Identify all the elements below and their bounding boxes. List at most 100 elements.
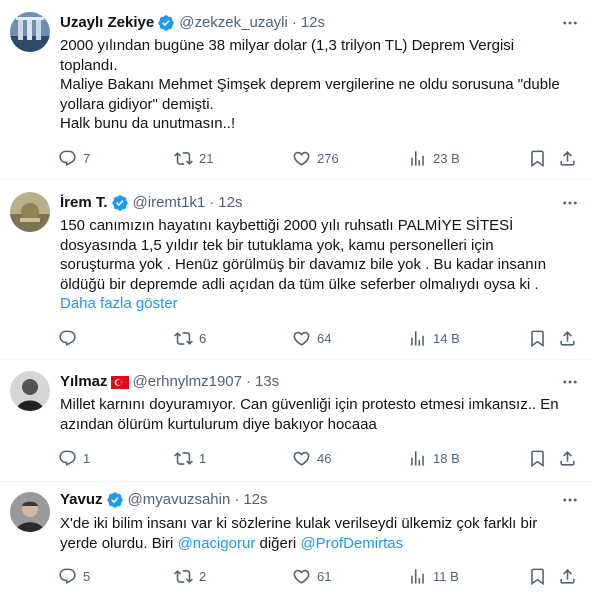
tweet-text-line: yerde olurdu. Biri @nacigorur diğeri @Pr…: [60, 534, 575, 554]
action-bar: 1 1 46 18 B: [50, 448, 585, 468]
views-icon: [408, 149, 427, 168]
bookmark-icon: [528, 329, 547, 348]
author-handle[interactable]: @iremt1k1: [133, 193, 206, 213]
bookmark-button[interactable]: [528, 148, 547, 168]
bookmark-button[interactable]: [528, 328, 547, 348]
mention-link[interactable]: @nacigorur: [178, 535, 256, 552]
tweet-text-line: azından ölürüm kurtulurum diye bakıyor h…: [60, 415, 377, 433]
views-button[interactable]: 18 B: [408, 448, 460, 468]
reply-icon: [58, 567, 77, 586]
author-handle[interactable]: @zekzek_uzayli: [179, 13, 288, 33]
retweet-count: 6: [199, 330, 207, 346]
tweet-text-line: dosyasında 1,5 yıldır tek bir tutuklama …: [60, 236, 494, 254]
share-icon: [558, 329, 577, 348]
reply-button[interactable]: 7: [58, 148, 90, 168]
like-button[interactable]: 64: [292, 328, 331, 348]
retweet-button[interactable]: 21: [174, 148, 213, 168]
reply-icon: [58, 449, 77, 468]
author-name[interactable]: Yılmaz: [60, 372, 108, 392]
author-name[interactable]: Yavuz: [60, 490, 103, 510]
turkish-flag-icon: [110, 375, 129, 389]
separator-dot: ·: [209, 194, 215, 211]
share-button[interactable]: [558, 566, 577, 586]
timestamp[interactable]: 12s: [243, 490, 267, 510]
more-icon[interactable]: [561, 373, 579, 391]
separator-dot: ·: [234, 491, 240, 508]
verified-icon: [157, 14, 175, 32]
retweet-button[interactable]: 1: [174, 448, 206, 468]
more-icon[interactable]: [561, 194, 579, 212]
show-more-link[interactable]: Daha fazla göster: [60, 294, 575, 314]
views-icon: [408, 567, 427, 586]
like-icon: [292, 567, 311, 586]
view-count: 18 B: [433, 450, 460, 466]
like-count: 276: [317, 150, 339, 166]
share-button[interactable]: [558, 328, 577, 348]
tweet-text-line: öldüğü bir depremde adli açıdan da tüm ü…: [60, 275, 539, 293]
tweet-card[interactable]: Yılmaz @erhnylmz1907 · 13s Millet karnın…: [0, 360, 593, 482]
action-bar: 7 21 276 23 B: [50, 148, 585, 168]
tweet-text-line: soruşturma yok . Henüz görülmüş bir dava…: [60, 256, 547, 273]
tweet-text-line: toplandı.: [60, 56, 118, 74]
views-button[interactable]: 14 B: [408, 328, 460, 348]
reply-button[interactable]: 1: [58, 448, 90, 468]
like-count: 61: [317, 568, 332, 584]
tweet-text: X'de iki bilim insanı var ki sözlerine k…: [60, 514, 575, 553]
views-button[interactable]: 11 B: [408, 566, 459, 586]
tweet-header: Yavuz @myavuzsahin · 12s: [60, 490, 268, 510]
bookmark-icon: [528, 149, 547, 168]
retweet-icon: [174, 567, 193, 586]
view-count: 11 B: [433, 568, 459, 584]
verified-icon: [111, 194, 129, 212]
like-button[interactable]: 61: [292, 566, 331, 586]
separator-dot: ·: [245, 373, 251, 390]
retweet-icon: [174, 329, 193, 348]
reply-button[interactable]: [58, 328, 83, 348]
mention-link[interactable]: @ProfDemirtas: [300, 535, 403, 552]
retweet-button[interactable]: 2: [174, 566, 206, 586]
author-handle[interactable]: @myavuzsahin: [128, 490, 231, 510]
views-button[interactable]: 23 B: [408, 148, 460, 168]
reply-count: 5: [83, 568, 91, 584]
avatar[interactable]: [10, 371, 50, 411]
reply-count: 1: [83, 450, 91, 466]
share-button[interactable]: [558, 148, 577, 168]
verified-icon: [106, 491, 124, 509]
retweet-icon: [174, 449, 193, 468]
share-button[interactable]: [558, 448, 577, 468]
tweet-text-line: Halk bunu da unutmasın..!: [60, 115, 236, 132]
like-button[interactable]: 276: [292, 148, 339, 168]
timestamp[interactable]: 13s: [255, 372, 279, 392]
view-count: 23 B: [433, 150, 460, 166]
retweet-button[interactable]: 6: [174, 328, 206, 348]
avatar[interactable]: [10, 12, 50, 52]
tweet-header: İrem T. @iremt1k1 · 12s: [60, 193, 242, 213]
tweet-header: Yılmaz @erhnylmz1907 · 13s: [60, 372, 279, 392]
tweet-text: Millet karnını doyuramıyor. Can güvenliğ…: [60, 395, 575, 434]
views-icon: [408, 449, 427, 468]
bookmark-button[interactable]: [528, 448, 547, 468]
avatar[interactable]: [10, 192, 50, 232]
timestamp[interactable]: 12s: [301, 13, 325, 33]
timestamp[interactable]: 12s: [218, 193, 242, 213]
tweet-text-line: 150 canımızın hayatını kaybettiği 2000 y…: [60, 217, 514, 234]
bookmark-button[interactable]: [528, 566, 547, 586]
like-icon: [292, 149, 311, 168]
action-bar: 6 64 14 B: [50, 328, 585, 348]
author-handle[interactable]: @erhnylmz1907: [133, 372, 242, 392]
avatar[interactable]: [10, 492, 50, 532]
more-icon[interactable]: [561, 491, 579, 509]
tweet-card[interactable]: İrem T. @iremt1k1 · 12s 150 canımızın ha…: [0, 180, 593, 360]
reply-icon: [58, 149, 77, 168]
like-button[interactable]: 46: [292, 448, 331, 468]
views-icon: [408, 329, 427, 348]
tweet-card[interactable]: Uzaylı Zekiye @zekzek_uzayli · 12s 2000 …: [0, 0, 593, 180]
reply-button[interactable]: 5: [58, 566, 90, 586]
author-name[interactable]: Uzaylı Zekiye: [60, 13, 154, 33]
share-icon: [558, 567, 577, 586]
more-icon[interactable]: [561, 14, 579, 32]
tweet-card[interactable]: Yavuz @myavuzsahin · 12s X'de iki bilim …: [0, 482, 593, 604]
retweet-count: 1: [199, 450, 207, 466]
retweet-count: 21: [199, 150, 214, 166]
author-name[interactable]: İrem T.: [60, 193, 108, 213]
